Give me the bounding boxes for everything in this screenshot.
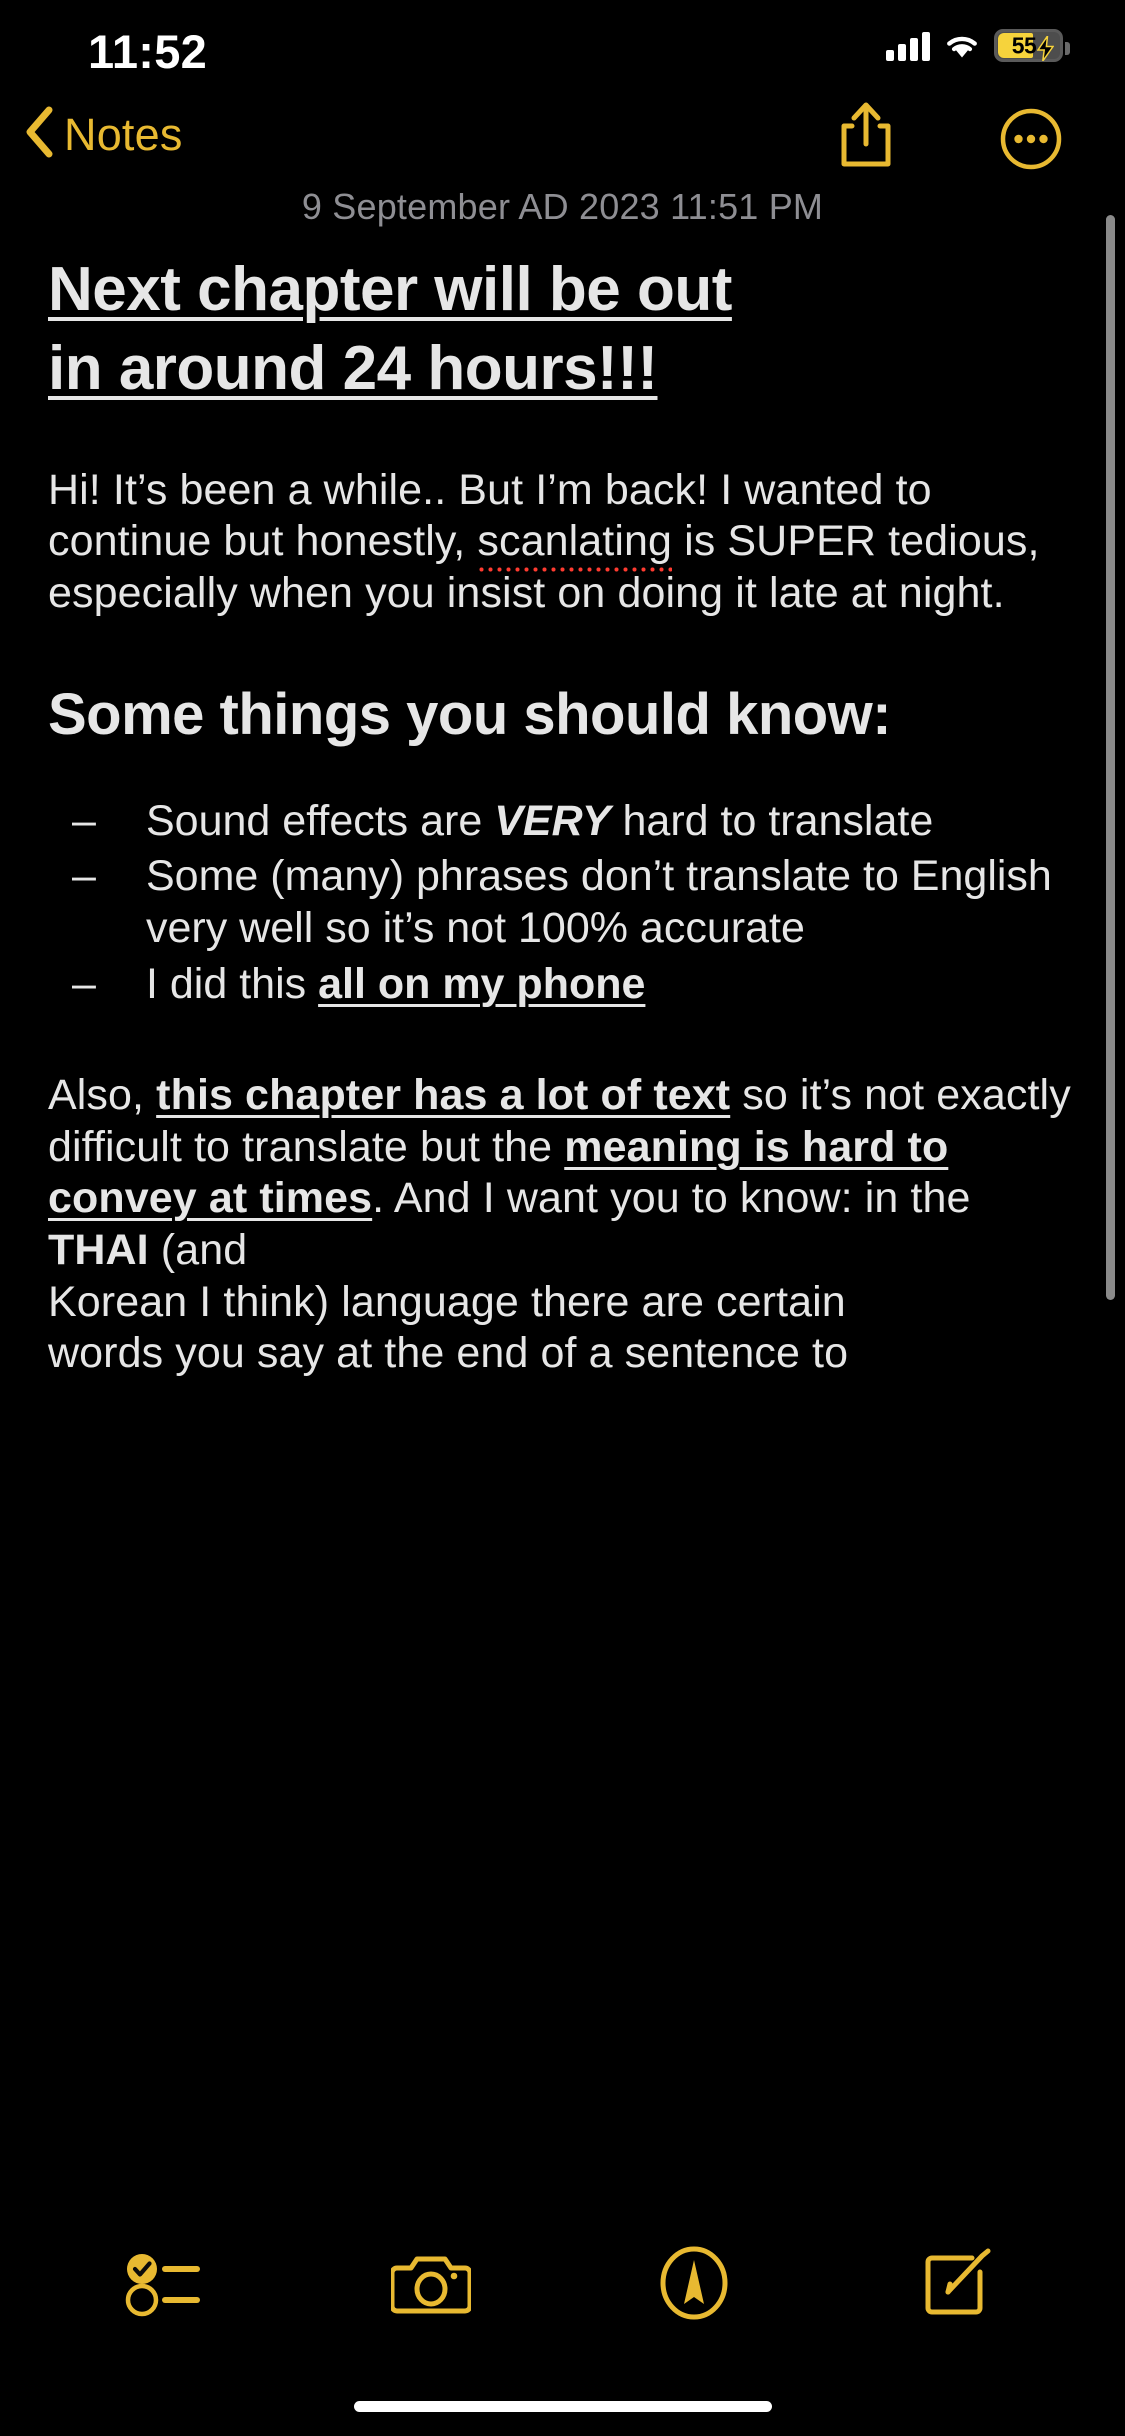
list-item: – I did this all on my phone: [48, 959, 1077, 1011]
vertical-scrollbar[interactable]: [1106, 215, 1115, 1300]
also-text-1: Also,: [48, 1071, 157, 1120]
list-item-text-before: I did this: [146, 959, 319, 1008]
share-button[interactable]: [836, 100, 896, 175]
note-date-label: 9 September AD 2023 11:51 PM: [301, 186, 824, 227]
status-bar: 11:52 55: [0, 0, 1125, 100]
faded-text-line-2: words you say at the end of a sentence t…: [48, 1329, 849, 1378]
also-underline-1: this chapter has a lot of text: [156, 1071, 731, 1120]
navigation-bar: Notes: [0, 100, 1125, 178]
battery-charging-bolt-icon: [1036, 35, 1055, 66]
cellular-signal-icon: [886, 31, 930, 61]
list-item-underlined-text: all on my phone: [318, 959, 646, 1008]
list-item-text-after: hard to translate: [610, 796, 934, 845]
list-dash-marker: –: [72, 796, 96, 845]
back-button-label: Notes: [64, 108, 183, 160]
camera-button[interactable]: [371, 2235, 491, 2335]
wifi-icon: [943, 31, 981, 60]
also-text-3: . And I want you to know: in the: [372, 1174, 971, 1223]
note-subheading: Some things you should know:: [48, 681, 892, 747]
faded-text-line-1: Korean I think) language there are certa…: [48, 1277, 846, 1326]
camera-icon: [389, 2250, 473, 2321]
checklist-button[interactable]: [108, 2235, 228, 2335]
note-title-line1: Next chapter will be out: [48, 255, 732, 324]
chevron-left-icon: [24, 106, 54, 163]
intro-paragraph: Hi! It’s been a while.. But I’m back! I …: [48, 465, 1077, 620]
status-bar-clock: 11:52: [88, 25, 208, 78]
list-item-text-before: Sound effects are: [146, 796, 495, 845]
bullet-list: – Sound effects are VERY hard to translat…: [48, 796, 1077, 1010]
list-item-text-before: Some (many) phrases don’t translate to E…: [146, 852, 1052, 952]
scrollbar-thumb[interactable]: [1106, 215, 1115, 1300]
note-text-body[interactable]: Next chapter will be out in around 24 ho…: [0, 250, 1125, 1380]
list-dash-marker: –: [72, 959, 96, 1008]
list-item-emphasis: VERY: [494, 796, 611, 845]
notes-app-screen: 11:52 55 Notes 9 September AD 2023 11:51…: [0, 0, 1125, 2436]
also-bold-thai: THAI: [48, 1225, 149, 1274]
note-toolbar: [0, 2230, 1125, 2340]
also-paragraph: Also, this chapter has a lot of text so …: [48, 1070, 1077, 1276]
note-title-line2: in around 24 hours!!!: [48, 334, 658, 404]
share-icon: [836, 102, 896, 174]
markup-button[interactable]: [634, 2235, 754, 2335]
markup-pen-icon: [658, 2246, 730, 2325]
back-to-notes-button[interactable]: Notes: [24, 106, 183, 163]
list-item: – Some (many) phrases don’t translate to …: [48, 851, 1077, 954]
also-text-4: (and: [148, 1225, 248, 1274]
compose-icon: [920, 2246, 994, 2325]
misspelled-word[interactable]: scanlating: [477, 517, 673, 575]
more-ellipsis-icon: [1000, 108, 1062, 174]
checklist-icon: [125, 2248, 211, 2323]
note-scroll-area[interactable]: 9 September AD 2023 11:51 PM Next chapte…: [0, 178, 1125, 2353]
status-bar-indicators: 55: [886, 29, 1070, 62]
note-title: Next chapter will be out in around 24 ho…: [48, 250, 1077, 409]
more-options-button[interactable]: [1000, 108, 1062, 175]
battery-icon: 55: [994, 29, 1070, 62]
compose-button[interactable]: [897, 2235, 1017, 2335]
list-dash-marker: –: [72, 852, 96, 901]
list-item: – Sound effects are VERY hard to translat…: [48, 796, 1077, 848]
home-indicator: [353, 2401, 772, 2412]
